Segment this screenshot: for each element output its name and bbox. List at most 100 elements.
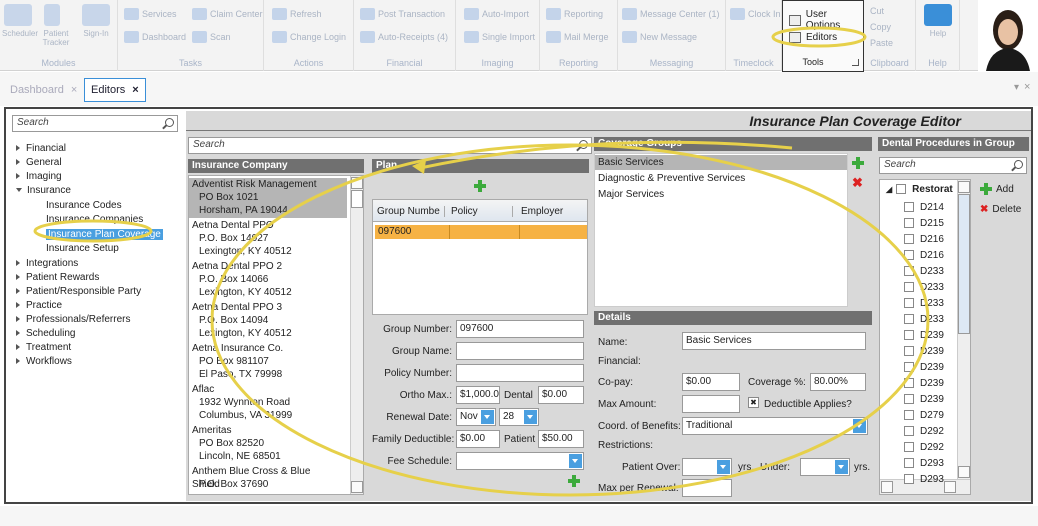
new-message-button[interactable]: New Message <box>622 31 697 43</box>
add-plan-icon[interactable] <box>474 180 486 192</box>
coverage-groups-list[interactable]: Basic Services Diagnostic & Preventive Se… <box>594 153 848 307</box>
paste-button[interactable]: Paste <box>870 38 893 48</box>
chevron-right-icon[interactable] <box>16 288 20 295</box>
procedure-item[interactable]: D239 <box>904 344 944 360</box>
procedure-item[interactable]: D292 <box>904 440 944 456</box>
add-coverage-group-icon[interactable] <box>852 157 864 169</box>
group-name-field[interactable] <box>456 342 584 360</box>
chevron-right-icon[interactable] <box>16 316 20 323</box>
max-per-renewal-field[interactable] <box>682 479 732 497</box>
scheduler-button[interactable]: Scheduler <box>2 29 38 38</box>
plan-grid[interactable]: Group Numbe Policy Employer 097600 <box>372 199 588 315</box>
checkbox[interactable] <box>904 394 914 405</box>
insurance-company-list[interactable]: Adventist Risk Management PO Box 1021 Hors… <box>188 175 364 495</box>
help-button[interactable]: Help <box>922 29 954 38</box>
chevron-right-icon[interactable] <box>16 330 20 337</box>
scroll-down-icon[interactable] <box>958 466 970 478</box>
renewal-day-select[interactable]: 28 <box>499 408 539 426</box>
list-item[interactable]: Adventist Risk Management PO Box 1021 Hors… <box>189 178 347 218</box>
sign-in-icon[interactable] <box>82 4 110 26</box>
chevron-right-icon[interactable] <box>16 344 20 351</box>
chevron-right-icon[interactable] <box>16 260 20 267</box>
dental-procedures-tree[interactable]: ◢ Restorat D214 D215 D216 D216 D233 D233 D233 D23… <box>879 179 971 495</box>
checkbox[interactable] <box>904 426 914 437</box>
add-fee-schedule-icon[interactable] <box>568 475 580 487</box>
scroll-up-icon[interactable] <box>351 177 363 189</box>
cut-button[interactable]: Cut <box>870 6 884 16</box>
chevron-down-icon[interactable] <box>717 460 730 474</box>
procedure-item[interactable]: D239 <box>904 392 944 408</box>
search-icon[interactable] <box>165 118 174 127</box>
claim-center-button[interactable]: Claim Center <box>192 8 263 20</box>
chevron-down-icon[interactable] <box>835 460 848 474</box>
group-number-field[interactable]: 097600 <box>456 320 584 338</box>
patient-tracker-icon[interactable] <box>44 4 60 26</box>
refresh-button[interactable]: Refresh <box>272 8 322 20</box>
procedure-root[interactable]: ◢ Restorat <box>886 184 953 195</box>
checkbox[interactable] <box>904 202 914 213</box>
coverage-group-item[interactable]: Basic Services <box>595 155 847 170</box>
scroll-left-icon[interactable] <box>881 481 893 493</box>
checkbox[interactable] <box>904 298 914 309</box>
table-row[interactable]: 097600 <box>375 225 587 239</box>
column-header-group-number[interactable]: Group Numbe <box>377 206 445 217</box>
chevron-down-icon[interactable] <box>524 410 537 424</box>
auto-import-button[interactable]: Auto-Import <box>464 8 529 20</box>
procedure-item[interactable]: D233 <box>904 264 944 280</box>
patient-under-select[interactable] <box>800 458 850 476</box>
procedure-item[interactable]: D233 <box>904 312 944 328</box>
tree-item[interactable]: Imaging <box>16 171 62 182</box>
procedure-item[interactable]: D233 <box>904 296 944 312</box>
scroll-thumb[interactable] <box>958 194 970 334</box>
checkbox[interactable] <box>904 378 914 389</box>
tab-editors[interactable]: Editors × <box>84 78 146 102</box>
mail-merge-button[interactable]: Mail Merge <box>546 31 609 43</box>
delete-coverage-group-icon[interactable]: ✖ <box>852 175 863 191</box>
list-item[interactable]: Anthem Blue Cross & Blue Shield P.O. Box … <box>189 465 347 494</box>
list-item[interactable]: Aetna Insurance Co. PO Box 981107 El Paso,… <box>189 342 347 382</box>
column-header-employer[interactable]: Employer <box>521 206 581 217</box>
close-icon[interactable]: × <box>71 84 77 96</box>
policy-number-field[interactable] <box>456 364 584 382</box>
user-options-button[interactable]: User Options <box>789 9 863 31</box>
procedure-item[interactable]: D239 <box>904 376 944 392</box>
procedure-item[interactable]: D233 <box>904 280 944 296</box>
chevron-down-icon[interactable] <box>569 454 582 468</box>
procedure-item[interactable]: D215 <box>904 216 944 232</box>
renewal-month-select[interactable]: Nov <box>456 408 496 426</box>
checkbox[interactable] <box>904 250 914 261</box>
patient-field[interactable]: $50.00 <box>538 430 584 448</box>
tree-item[interactable]: Financial <box>16 143 66 154</box>
add-procedure-button[interactable]: Add <box>980 183 1014 195</box>
services-button[interactable]: Services <box>124 8 177 20</box>
list-item[interactable]: Aetna Dental PPO P.O. Box 14027 Lexington,… <box>189 219 347 259</box>
procedure-item[interactable]: D239 <box>904 360 944 376</box>
tree-item[interactable]: Workflows <box>16 356 72 367</box>
coord-of-benefits-select[interactable]: Traditional <box>682 417 868 435</box>
copay-field[interactable]: $0.00 <box>682 373 740 391</box>
search-icon[interactable] <box>1014 160 1023 169</box>
sign-in-button[interactable]: Sign-In <box>80 29 112 38</box>
search-icon[interactable] <box>579 140 588 149</box>
post-transaction-button[interactable]: Post Transaction <box>360 8 445 20</box>
coverage-group-item[interactable]: Diagnostic & Preventive Services <box>595 171 847 186</box>
checkbox[interactable] <box>904 458 914 469</box>
procedures-search-input[interactable]: Search <box>879 157 1027 174</box>
procedure-item[interactable]: D239 <box>904 328 944 344</box>
procedure-item[interactable]: D293 <box>904 472 944 488</box>
chevron-down-icon[interactable] <box>853 419 866 433</box>
single-import-button[interactable]: Single Import <box>464 31 535 43</box>
list-item[interactable]: Aflac 1932 Wynnton Road Columbus, VA 31999 <box>189 383 347 423</box>
chevron-right-icon[interactable] <box>16 173 20 180</box>
max-amount-field[interactable] <box>682 395 740 413</box>
tree-item[interactable]: General <box>16 157 62 168</box>
tree-item[interactable]: Patient/Responsible Party <box>16 286 141 297</box>
procedure-item[interactable]: D292 <box>904 424 944 440</box>
close-all-icon[interactable]: × <box>1024 81 1030 93</box>
tree-item[interactable]: Insurance <box>16 185 71 196</box>
patient-over-select[interactable] <box>682 458 732 476</box>
tab-menu-icon[interactable]: ▾ <box>1014 82 1019 93</box>
list-item[interactable]: Aetna Dental PPO 3 P.O. Box 14094 Lexingto… <box>189 301 347 341</box>
scrollbar[interactable] <box>957 180 970 494</box>
checkbox[interactable] <box>904 314 914 325</box>
